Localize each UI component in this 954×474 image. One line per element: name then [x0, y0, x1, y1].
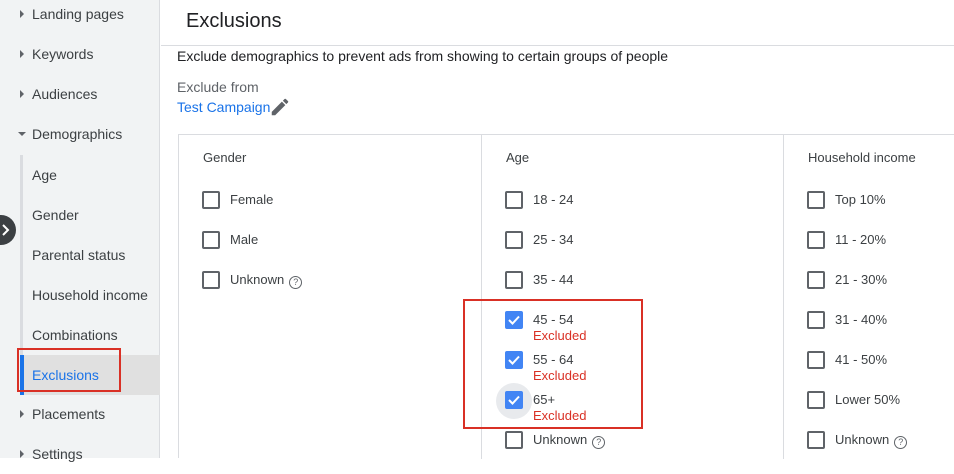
sidebar-item-keywords[interactable]: Keywords: [0, 34, 160, 74]
caret-right-icon: [0, 50, 32, 58]
sidebar-item-label: Combinations: [32, 327, 118, 343]
option-label: Top 10%: [835, 192, 886, 207]
sidebar-item-audiences[interactable]: Audiences: [0, 74, 160, 114]
gender-title: Gender: [203, 150, 247, 165]
exclusions-panel: Gender Female Male Unknown? Age 18 - 24: [178, 134, 954, 459]
expand-sidebar-button[interactable]: [0, 215, 16, 245]
option-label: Unknown?: [230, 272, 303, 289]
age-25-34-option[interactable]: 25 - 34: [505, 231, 573, 249]
campaign-link[interactable]: Test Campaign: [177, 99, 270, 115]
page-title: Exclusions: [186, 10, 282, 32]
sidebar-item-demographics[interactable]: Demographics: [0, 114, 160, 154]
caret-right-icon: [0, 10, 32, 18]
household-income-title: Household income: [808, 150, 916, 165]
sidebar-item-label: Age: [32, 167, 57, 183]
sidebar-item-label: Audiences: [32, 86, 98, 102]
checkbox[interactable]: [505, 271, 523, 289]
checkbox[interactable]: [807, 311, 825, 329]
sidebar-item-label: Demographics: [32, 126, 123, 142]
caret-right-icon: [0, 410, 32, 418]
option-label: 35 - 44: [533, 272, 574, 287]
option-label: Lower 50%: [835, 392, 901, 407]
edit-pencil-icon[interactable]: [269, 96, 291, 118]
option-label: 11 - 20%: [835, 232, 887, 247]
checkbox[interactable]: [807, 391, 825, 409]
help-icon[interactable]: ?: [894, 436, 908, 449]
checkbox[interactable]: [505, 191, 523, 209]
checkbox[interactable]: [202, 271, 220, 289]
checkbox[interactable]: [505, 231, 523, 249]
gender-column: Gender Female Male Unknown?: [179, 135, 481, 459]
checkbox[interactable]: [202, 191, 220, 209]
exclude-from-label: Exclude from: [177, 79, 259, 95]
option-label: 25 - 34: [533, 232, 574, 247]
sidebar-item-settings[interactable]: Settings: [0, 434, 160, 474]
highlight-box: [463, 299, 643, 429]
age-unknown-option[interactable]: Unknown?: [505, 431, 606, 449]
checkbox[interactable]: [807, 191, 825, 209]
checkbox[interactable]: [807, 271, 825, 289]
option-label: 31 - 40%: [835, 312, 888, 327]
sidebar-item-landing-pages[interactable]: Landing pages: [0, 0, 160, 34]
option-label: Female: [230, 192, 274, 207]
income-11-20-option[interactable]: 11 - 20%: [807, 231, 886, 249]
option-label: 41 - 50%: [835, 352, 888, 367]
sidebar-item-placements[interactable]: Placements: [0, 394, 160, 434]
gender-unknown-option[interactable]: Unknown?: [202, 271, 303, 289]
sidebar-item-label: Settings: [32, 446, 83, 462]
gender-female-option[interactable]: Female: [202, 191, 273, 209]
sidebar-item-age[interactable]: Age: [20, 155, 160, 195]
income-top-10-option[interactable]: Top 10%: [807, 191, 886, 209]
checkbox[interactable]: [807, 351, 825, 369]
sidebar-item-label: Keywords: [32, 46, 94, 62]
page-header: Exclusions: [161, 0, 954, 46]
option-label: Unknown?: [533, 432, 606, 449]
option-label: 18 - 24: [533, 192, 574, 207]
income-lower-50-option[interactable]: Lower 50%: [807, 391, 900, 409]
sidebar-item-household-income[interactable]: Household income: [20, 275, 160, 315]
gender-male-option[interactable]: Male: [202, 231, 258, 249]
income-31-40-option[interactable]: 31 - 40%: [807, 311, 887, 329]
sidebar-item-parental-status[interactable]: Parental status: [20, 235, 160, 275]
sidebar-item-label: Placements: [32, 406, 106, 422]
income-21-30-option[interactable]: 21 - 30%: [807, 271, 887, 289]
help-icon[interactable]: ?: [592, 436, 606, 449]
help-icon[interactable]: ?: [289, 276, 303, 289]
sidebar-item-gender[interactable]: Gender: [20, 195, 160, 235]
page-description: Exclude demographics to prevent ads from…: [177, 48, 669, 64]
income-41-50-option[interactable]: 41 - 50%: [807, 351, 887, 369]
caret-right-icon: [0, 450, 32, 458]
option-label: Male: [230, 232, 259, 247]
age-18-24-option[interactable]: 18 - 24: [505, 191, 573, 209]
sidebar-item-label: Parental status: [32, 247, 126, 263]
option-label: 21 - 30%: [835, 272, 888, 287]
age-35-44-option[interactable]: 35 - 44: [505, 271, 573, 289]
sidebar-item-label: Gender: [32, 207, 79, 223]
sidebar-item-label: Landing pages: [32, 6, 124, 22]
household-income-column: Household income Top 10% 11 - 20% 21 - 3…: [784, 135, 954, 459]
checkbox[interactable]: [202, 231, 220, 249]
highlight-box: [17, 348, 121, 392]
caret-right-icon: [0, 90, 32, 98]
checkbox[interactable]: [505, 431, 523, 449]
option-label: Unknown?: [835, 432, 908, 449]
age-title: Age: [506, 150, 530, 165]
caret-down-icon: [0, 132, 32, 136]
main-content: Exclusions Exclude demographics to preve…: [161, 0, 954, 459]
income-unknown-option[interactable]: Unknown?: [807, 431, 908, 449]
chevron-right-icon: [2, 224, 10, 236]
sidebar: Landing pages Keywords Audiences Demogra…: [0, 0, 160, 462]
checkbox[interactable]: [807, 231, 825, 249]
checkbox[interactable]: [807, 431, 825, 449]
sidebar-item-label: Household income: [32, 287, 148, 303]
